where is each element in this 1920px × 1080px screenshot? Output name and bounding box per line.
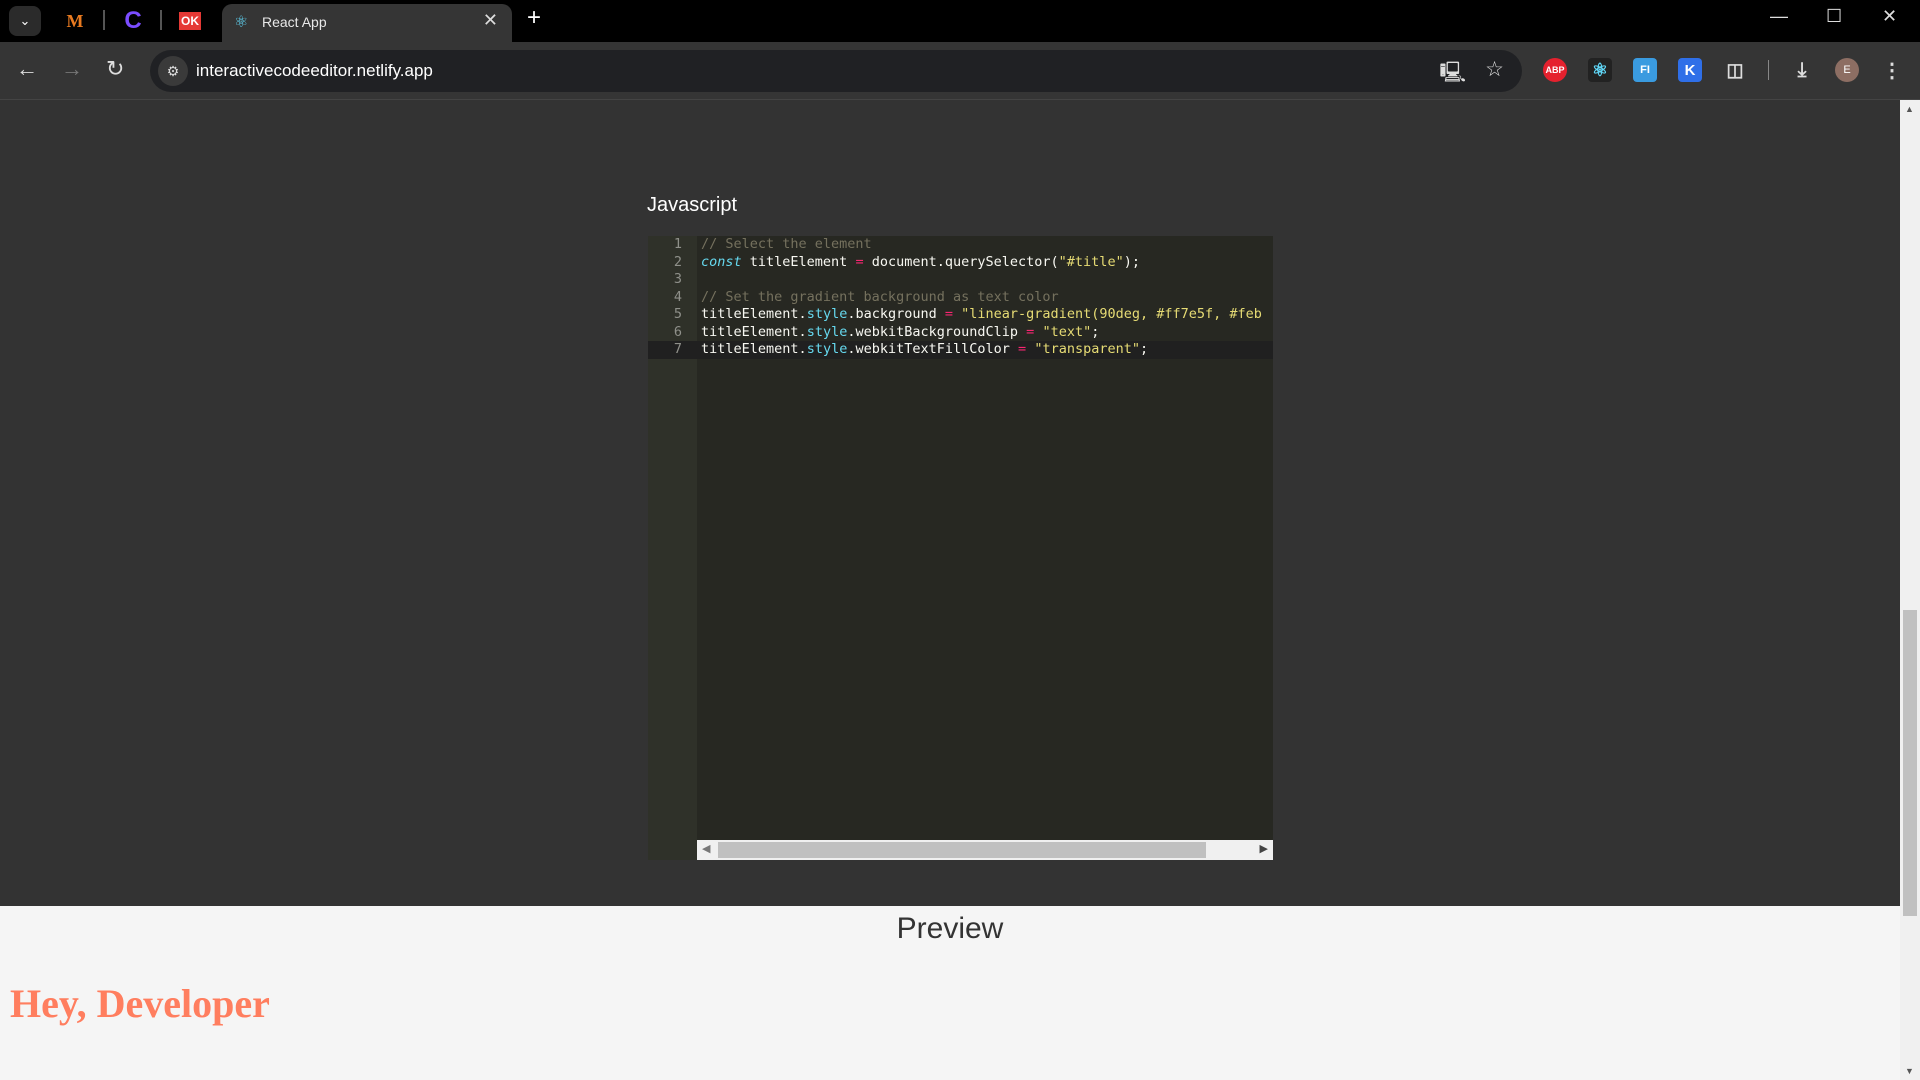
- profile-avatar[interactable]: E: [1835, 58, 1859, 82]
- fi-extension-icon[interactable]: FI: [1633, 58, 1657, 82]
- code-lines[interactable]: 1 // Select the element 2 const titleElemen…: [648, 236, 1273, 359]
- pinned-tab-m[interactable]: M: [60, 6, 90, 36]
- line-number: 1: [673, 236, 682, 252]
- page-scrollbar-thumb[interactable]: [1903, 610, 1917, 916]
- code-text[interactable]: titleElement.style.webkitBackgroundClip …: [701, 324, 1099, 340]
- scroll-right-arrow-icon[interactable]: ▶: [1260, 842, 1268, 855]
- code-line[interactable]: 4 // Set the gradient background as text …: [648, 289, 1273, 307]
- scroll-up-arrow-icon[interactable]: ▲: [1905, 104, 1914, 114]
- menu-kebab-icon[interactable]: ⋮: [1880, 58, 1904, 82]
- bookmark-star-icon[interactable]: ☆: [1485, 57, 1504, 82]
- downloads-icon[interactable]: ⤓: [1790, 58, 1814, 82]
- code-text[interactable]: // Set the gradient background as text c…: [701, 289, 1059, 305]
- preview-title: Hey, Developer: [10, 981, 270, 1026]
- pinned-tab-c[interactable]: C: [118, 6, 148, 36]
- code-line[interactable]: 5 titleElement.style.background = "linear…: [648, 306, 1273, 324]
- k-extension-icon[interactable]: K: [1678, 58, 1702, 82]
- react-devtools-extension-icon[interactable]: ⚛: [1588, 58, 1612, 82]
- pinned-tab-ok[interactable]: OK: [179, 12, 201, 30]
- editor-title: Javascript: [647, 194, 738, 216]
- tab-search-button[interactable]: ⌄: [9, 6, 41, 36]
- tab-label: React App: [262, 14, 327, 30]
- code-line[interactable]: 2 const titleElement = document.querySele…: [648, 254, 1273, 272]
- code-line[interactable]: 1 // Select the element: [648, 236, 1273, 254]
- line-number: 5: [673, 306, 682, 322]
- tab-bar: ⌄ M C OK ⚛ React App ✕ + — ☐ ✕: [0, 0, 1920, 42]
- tab-separator: [103, 10, 105, 30]
- tab-react-app[interactable]: ⚛ React App ✕: [222, 4, 512, 42]
- adblock-extension-icon[interactable]: ABP: [1543, 58, 1567, 82]
- line-number: 2: [673, 253, 682, 270]
- code-line[interactable]: 6 titleElement.style.webkitBackgroundClip…: [648, 324, 1273, 342]
- scroll-down-arrow-icon[interactable]: ▼: [1905, 1066, 1914, 1076]
- extensions-puzzle-icon[interactable]: ◫: [1723, 58, 1747, 82]
- preview-pane: Preview Hey, Developer: [0, 906, 1900, 1080]
- address-bar[interactable]: ⚙ interactivecodeeditor.netlify.app 🖳 ☆: [150, 50, 1522, 92]
- code-line[interactable]: 7 titleElement.style.webkitTextFillColor …: [648, 341, 1273, 359]
- maximize-button[interactable]: ☐: [1826, 6, 1842, 27]
- new-tab-button[interactable]: +: [527, 4, 541, 32]
- forward-button[interactable]: →: [61, 56, 83, 82]
- line-number: 3: [673, 271, 682, 287]
- horizontal-scrollbar[interactable]: ◀ ▶: [697, 840, 1273, 860]
- minimize-button[interactable]: —: [1770, 6, 1788, 27]
- page-vertical-scrollbar[interactable]: ▲ ▼: [1900, 100, 1920, 1080]
- toolbar-separator: [1768, 60, 1769, 80]
- code-text[interactable]: // Select the element: [701, 236, 872, 252]
- install-app-icon[interactable]: 🖳: [1439, 58, 1466, 92]
- code-text[interactable]: const titleElement = document.querySelec…: [701, 254, 1140, 270]
- code-text[interactable]: titleElement.style.background = "linear-…: [701, 306, 1262, 322]
- code-editor[interactable]: 1 // Select the element 2 const titleElemen…: [648, 236, 1273, 860]
- preview-heading: Preview: [896, 912, 1004, 945]
- scroll-left-arrow-icon[interactable]: ◀: [702, 842, 710, 855]
- close-tab-icon[interactable]: ✕: [483, 10, 498, 31]
- code-text[interactable]: titleElement.style.webkitTextFillColor =…: [701, 341, 1148, 357]
- react-icon: ⚛: [234, 14, 249, 31]
- reload-button[interactable]: ↻: [106, 56, 124, 82]
- line-number: 4: [673, 288, 682, 305]
- line-number: 6: [673, 323, 682, 340]
- tab-separator: [160, 10, 162, 30]
- scrollbar-thumb[interactable]: [718, 842, 1206, 858]
- code-line[interactable]: 3: [648, 271, 1273, 289]
- url-text[interactable]: interactivecodeeditor.netlify.app: [196, 61, 433, 81]
- site-info-icon[interactable]: ⚙: [158, 56, 188, 86]
- back-button[interactable]: ←: [16, 56, 38, 82]
- close-window-button[interactable]: ✕: [1882, 6, 1897, 27]
- browser-toolbar: ← → ↻ ⚙ interactivecodeeditor.netlify.ap…: [0, 42, 1920, 100]
- line-number: 7: [673, 341, 682, 357]
